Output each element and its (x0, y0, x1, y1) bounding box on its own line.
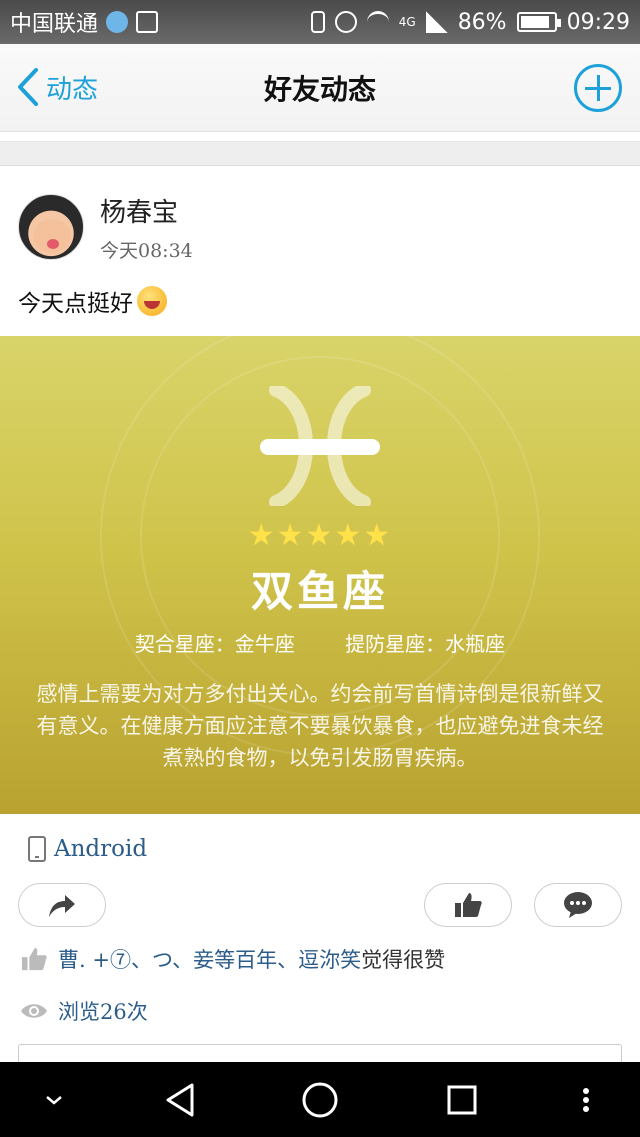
share-icon (49, 895, 75, 917)
likes-row: 曹. +⑦、つ、妾等百年、逗沵笑觉得很赞 (20, 944, 445, 974)
phone-icon (28, 836, 46, 862)
avoid-sign: 提防星座：水瓶座 (345, 632, 506, 656)
post-text-content: 今天点挺好 (18, 291, 133, 317)
avatar[interactable] (18, 194, 84, 260)
share-button[interactable] (18, 883, 106, 927)
image-notification-icon (136, 11, 159, 33)
rating-stars: ★★★★★ (247, 518, 393, 553)
like-button[interactable] (424, 883, 512, 927)
vibrate-icon (310, 11, 325, 33)
pisces-symbol-icon (260, 386, 380, 506)
horoscope-image[interactable]: ★★★★★ 双鱼座 契合星座：金牛座 提防星座：水瓶座 感情上需要为对方多付出关… (0, 336, 640, 814)
horoscope-description: 感情上需要为对方多付出关心。约会前写首情诗倒是很新鲜又有意义。在健康方面应注意不… (36, 682, 604, 770)
nav-bar: 动态 好友动态 (0, 44, 640, 132)
thumbs-up-icon (455, 893, 482, 917)
sign-name: 双鱼座 (250, 567, 389, 616)
chevron-down-icon[interactable] (30, 1062, 78, 1137)
system-nav-bar (0, 1062, 640, 1137)
network-type: 4G (398, 15, 416, 29)
comment-icon (564, 892, 592, 918)
back-label: 动态 (46, 74, 99, 105)
device-label: Android (54, 836, 148, 862)
recent-apps-icon[interactable] (432, 1062, 492, 1137)
thumbs-up-small-icon (21, 947, 47, 971)
post-text: 今天点挺好 (18, 284, 167, 318)
eye-icon (21, 1004, 47, 1018)
menu-dots-icon[interactable] (566, 1062, 606, 1137)
plus-circle-icon[interactable] (574, 64, 622, 112)
post-card: 杨春宝 今天08:34 今天点挺好 ★★★★★ 双鱼座 契合星座：金牛座 提防星… (0, 165, 640, 1066)
views-row: 浏览26次 (20, 996, 148, 1026)
likes-names[interactable]: 曹. +⑦、つ、妾等百年、逗沵笑 (58, 948, 361, 972)
comment-button[interactable] (534, 883, 622, 927)
signal-icon (425, 11, 448, 33)
clock: 09:29 (566, 9, 630, 35)
chevron-left-icon (18, 68, 38, 106)
divider-strip (0, 132, 640, 142)
status-bar: 中国联通 4G 86% 09:29 (0, 0, 640, 44)
likes-suffix: 觉得很赞 (361, 948, 446, 972)
back-triangle-icon[interactable] (150, 1062, 210, 1137)
wifi-icon (366, 11, 389, 33)
device-source: Android (28, 836, 147, 862)
battery-icon (516, 12, 561, 32)
post-username[interactable]: 杨春宝 (100, 192, 178, 229)
grinning-face-icon (137, 286, 167, 316)
weather-icon (106, 11, 129, 33)
post-time: 今天08:34 (100, 240, 193, 262)
avatar-tongue (47, 239, 59, 249)
back-button[interactable]: 动态 (14, 66, 98, 108)
alarm-icon (334, 11, 357, 33)
match-sign: 契合星座：金牛座 (134, 632, 295, 656)
carrier-label: 中国联通 (10, 12, 99, 37)
home-circle-icon[interactable] (290, 1062, 350, 1137)
views-count: 浏览26次 (58, 1000, 148, 1024)
sign-matches: 契合星座：金牛座 提防星座：水瓶座 (0, 628, 640, 657)
battery-percent: 86% (457, 9, 507, 35)
